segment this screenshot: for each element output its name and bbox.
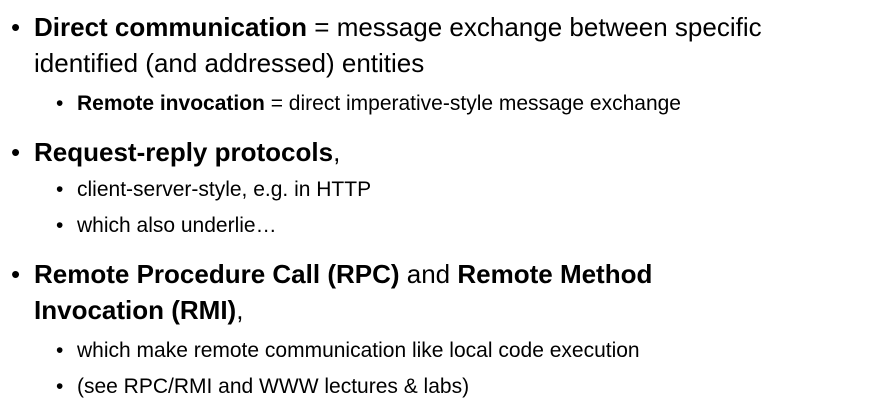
comma-text: ,: [236, 295, 244, 325]
sub-bullet-icon: •: [56, 339, 64, 362]
term-rmi-cont: Invocation (RMI): [34, 295, 237, 325]
sub-bullet-local-code: which make remote communication like loc…: [77, 339, 640, 362]
sub-bullet-client-server: client-server-style, e.g. in HTTP: [77, 178, 372, 201]
bullet-request-reply: Request-reply protocols,: [34, 134, 340, 170]
bullet-icon: •: [11, 259, 21, 289]
bullet-rpc-rmi-line2: Invocation (RMI),: [34, 292, 243, 328]
slide-content: • Direct communication = message exchang…: [0, 0, 875, 412]
conjunction-text: and: [399, 259, 458, 289]
bullet-direct-communication-line2: identified (and addressed) entities: [34, 48, 425, 78]
sub-bullet-icon: •: [56, 92, 64, 115]
sub-bullet-underlie: which also underlie…: [77, 214, 277, 237]
bullet-icon: •: [11, 12, 21, 42]
term-rmi: Remote Method: [457, 259, 653, 289]
definition-direct-communication: = message exchange between specific: [307, 12, 762, 42]
sub-bullet-see-lectures: (see RPC/RMI and WWW lectures & labs): [77, 375, 470, 398]
sub-bullet-remote-invocation: Remote invocation = direct imperative-st…: [77, 89, 681, 119]
sub-bullet-icon: •: [56, 375, 64, 398]
term-rpc: Remote Procedure Call (RPC): [34, 259, 400, 289]
term-direct-communication: Direct communication: [34, 12, 308, 42]
comma-text: ,: [333, 137, 341, 167]
bullet-icon: •: [11, 137, 21, 167]
sub-bullet-icon: •: [56, 214, 64, 237]
bullet-rpc-rmi: Remote Procedure Call (RPC) and Remote M…: [34, 256, 652, 292]
bullet-direct-communication: Direct communication = message exchange …: [34, 9, 762, 45]
term-remote-invocation: Remote invocation: [77, 92, 265, 115]
definition-remote-invocation: = direct imperative-style message exchan…: [264, 92, 681, 115]
term-request-reply: Request-reply protocols: [34, 137, 334, 167]
sub-bullet-icon: •: [56, 178, 64, 201]
